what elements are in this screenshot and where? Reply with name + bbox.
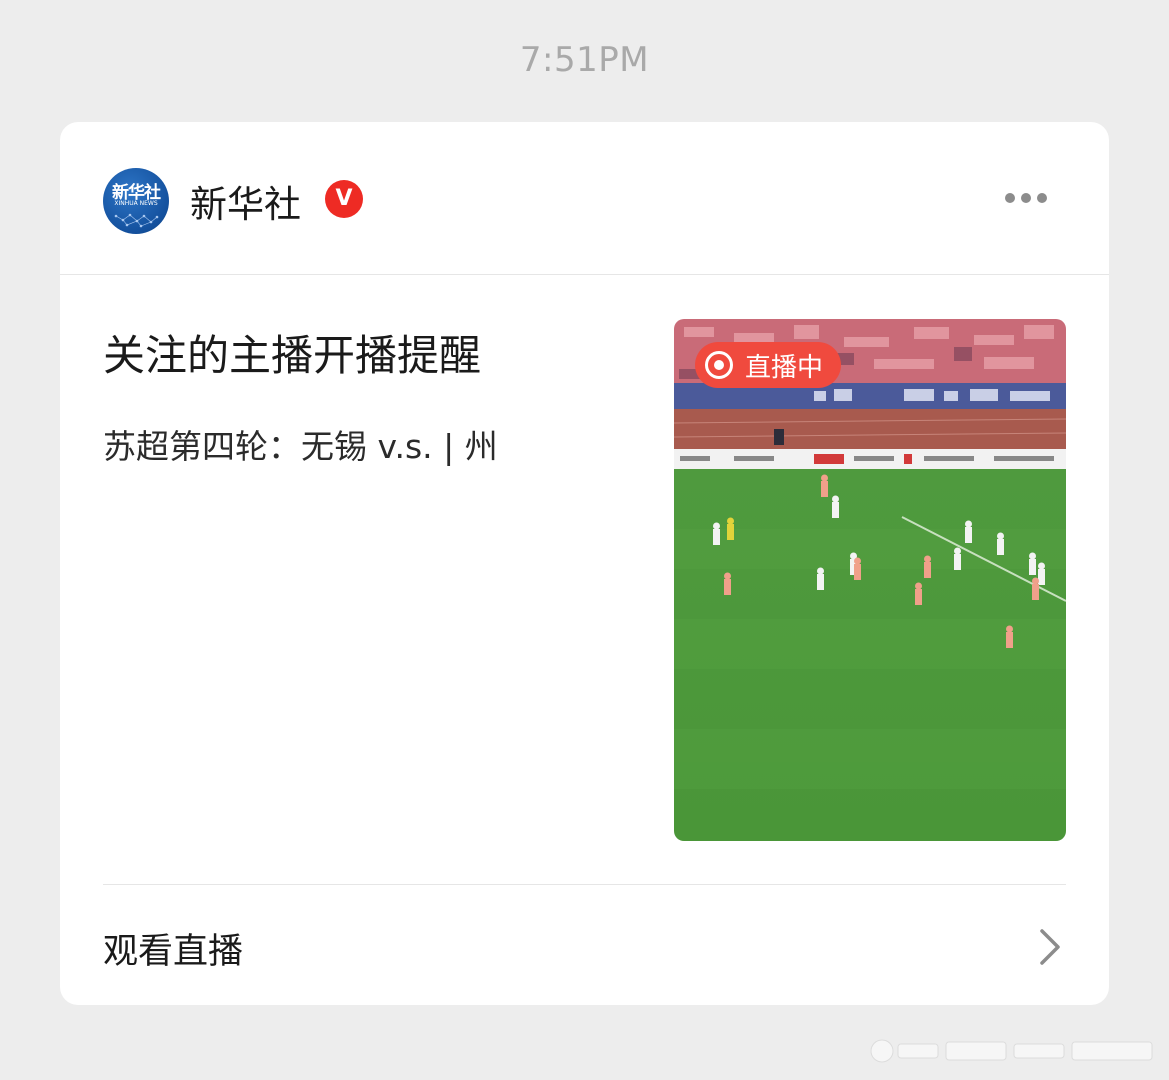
more-dots-icon[interactable] (1005, 188, 1057, 210)
chevron-right-icon (1040, 929, 1060, 965)
live-badge-label: 直播中 (745, 353, 824, 383)
more-dot (1005, 193, 1015, 203)
notification-title: 关注的主播开播提醒 (103, 331, 482, 380)
live-stream-thumbnail[interactable]: 直播中 (674, 319, 1066, 841)
account-name[interactable]: 新华社 (190, 174, 301, 228)
notification-description: 苏超第四轮：无锡 v.s. | 州 (103, 427, 498, 466)
more-dot (1037, 193, 1047, 203)
avatar[interactable]: 新华社 XINHUA NEWS (103, 168, 169, 234)
card-header: 新华社 XINHUA NEWS 新华社 V (60, 122, 1109, 275)
logo-pattern-icon (114, 213, 159, 228)
watermark-image (870, 1039, 1153, 1063)
message-timestamp: 7:51PM (519, 40, 650, 80)
live-badge: 直播中 (695, 342, 841, 388)
verified-v-icon: V (325, 180, 363, 218)
watch-live-button[interactable]: 观看直播 (60, 885, 1109, 1005)
stadium-scene-image (674, 319, 1066, 841)
avatar-logo-subtext: XINHUA NEWS (114, 200, 158, 207)
live-record-icon (705, 351, 733, 379)
more-dot (1021, 193, 1031, 203)
notification-card[interactable]: 新华社 XINHUA NEWS 新华社 V 关注的主播开播提醒 苏超第四轮：无锡… (60, 122, 1109, 1005)
watch-live-label: 观看直播 (103, 932, 244, 972)
